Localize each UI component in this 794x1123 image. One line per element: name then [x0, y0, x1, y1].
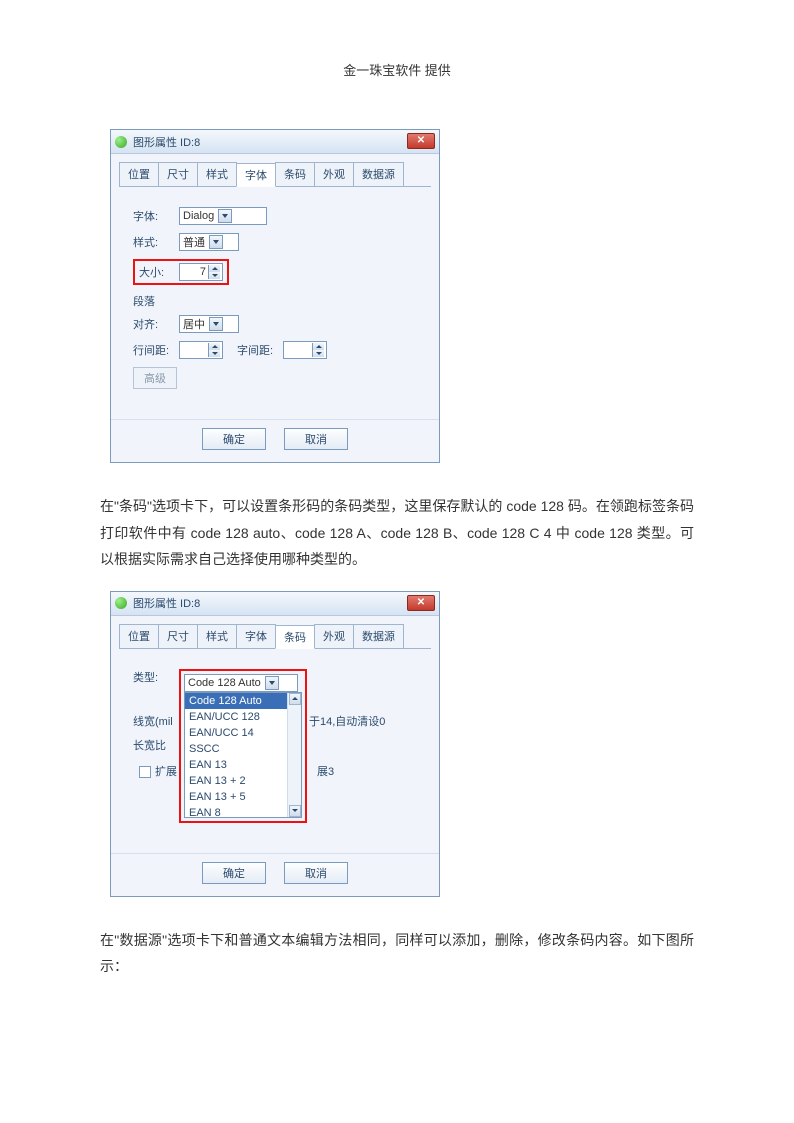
font-label: 字体: — [133, 208, 179, 224]
dropdown-icon — [209, 317, 223, 331]
opt-ean13p5[interactable]: EAN 13 + 5 — [185, 789, 301, 805]
tab-style[interactable]: 样式 — [197, 162, 237, 186]
charspacing-spinner[interactable] — [283, 341, 327, 359]
title-text: 图形属性 ID:8 — [133, 134, 200, 150]
advanced-button[interactable]: 高级 — [133, 367, 177, 389]
dialog-font-properties: 图形属性 ID:8 ✕ 位置 尺寸 样式 字体 条码 外观 数据源 字体: Di… — [110, 129, 440, 463]
autoclear-note: 于14,自动清设0 — [309, 713, 385, 729]
tab-style[interactable]: 样式 — [197, 624, 237, 648]
type-select[interactable]: Code 128 Auto — [184, 674, 298, 692]
opt-ean8[interactable]: EAN 8 — [185, 805, 301, 818]
app-icon — [115, 597, 127, 609]
titlebar: 图形属性 ID:8 ✕ — [111, 592, 439, 616]
page-header: 金一珠宝软件 提供 — [100, 60, 694, 79]
type-label: 类型: — [133, 669, 179, 685]
dropdown-icon — [218, 209, 232, 223]
size-row-highlight: 大小: 7 — [133, 259, 229, 285]
checkbox-icon — [139, 766, 151, 778]
paragraph-group: 段落 — [133, 293, 417, 309]
charspacing-label: 字间距: — [237, 342, 283, 358]
expand-checkbox[interactable]: 扩展 — [139, 763, 177, 779]
opt-eanucc14[interactable]: EAN/UCC 14 — [185, 725, 301, 741]
tab-size[interactable]: 尺寸 — [158, 162, 198, 186]
dropdown-icon — [209, 235, 223, 249]
opt-eanucc128[interactable]: EAN/UCC 128 — [185, 709, 301, 725]
size-label: 大小: — [139, 264, 179, 280]
style-label: 样式: — [133, 234, 179, 250]
dialog-barcode-properties: 图形属性 ID:8 ✕ 位置 尺寸 样式 字体 条码 外观 数据源 类型: Co… — [110, 591, 440, 897]
close-button[interactable]: ✕ — [407, 133, 435, 149]
opt-sscc[interactable]: SSCC — [185, 741, 301, 757]
cancel-button[interactable]: 取消 — [284, 428, 348, 450]
tab-font[interactable]: 字体 — [236, 163, 276, 187]
app-icon — [115, 136, 127, 148]
opt-code128auto[interactable]: Code 128 Auto — [185, 693, 301, 709]
tab-position[interactable]: 位置 — [119, 624, 159, 648]
size-spinner[interactable]: 7 — [179, 263, 223, 281]
tab-font[interactable]: 字体 — [236, 624, 276, 648]
tab-datasource[interactable]: 数据源 — [353, 624, 404, 648]
titlebar: 图形属性 ID:8 ✕ — [111, 130, 439, 154]
ratio-label: 长宽比 — [133, 737, 166, 753]
tab-appearance[interactable]: 外观 — [314, 624, 354, 648]
type-combo-highlight: Code 128 Auto Code 128 Auto EAN/UCC 128 … — [179, 669, 307, 823]
opt-ean13p2[interactable]: EAN 13 + 2 — [185, 773, 301, 789]
tab-size[interactable]: 尺寸 — [158, 624, 198, 648]
type-dropdown-list[interactable]: Code 128 Auto EAN/UCC 128 EAN/UCC 14 SSC… — [184, 692, 302, 818]
expand-note: 展3 — [317, 763, 334, 779]
align-label: 对齐: — [133, 316, 179, 332]
tab-appearance[interactable]: 外观 — [314, 162, 354, 186]
align-select[interactable]: 居中 — [179, 315, 239, 333]
paragraph-2: 在"数据源"选项卡下和普通文本编辑方法相同，同样可以添加，删除，修改条码内容。如… — [100, 927, 694, 980]
font-select[interactable]: Dialog — [179, 207, 267, 225]
tab-barcode[interactable]: 条码 — [275, 162, 315, 186]
title-text: 图形属性 ID:8 — [133, 595, 200, 611]
dropdown-icon — [265, 676, 279, 690]
linespacing-label: 行间距: — [133, 342, 179, 358]
tab-barcode[interactable]: 条码 — [275, 625, 315, 649]
cancel-button[interactable]: 取消 — [284, 862, 348, 884]
ok-button[interactable]: 确定 — [202, 862, 266, 884]
tabs: 位置 尺寸 样式 字体 条码 外观 数据源 — [119, 162, 431, 187]
ok-button[interactable]: 确定 — [202, 428, 266, 450]
linespacing-spinner[interactable] — [179, 341, 223, 359]
style-select[interactable]: 普通 — [179, 233, 239, 251]
tab-position[interactable]: 位置 — [119, 162, 159, 186]
paragraph-1: 在"条码"选项卡下，可以设置条形码的条码类型，这里保存默认的 code 128 … — [100, 493, 694, 573]
tabs: 位置 尺寸 样式 字体 条码 外观 数据源 — [119, 624, 431, 649]
tab-datasource[interactable]: 数据源 — [353, 162, 404, 186]
close-button[interactable]: ✕ — [407, 595, 435, 611]
scrollbar[interactable] — [287, 693, 301, 817]
opt-ean13[interactable]: EAN 13 — [185, 757, 301, 773]
linewidth-label: 线宽(mil — [133, 713, 173, 729]
